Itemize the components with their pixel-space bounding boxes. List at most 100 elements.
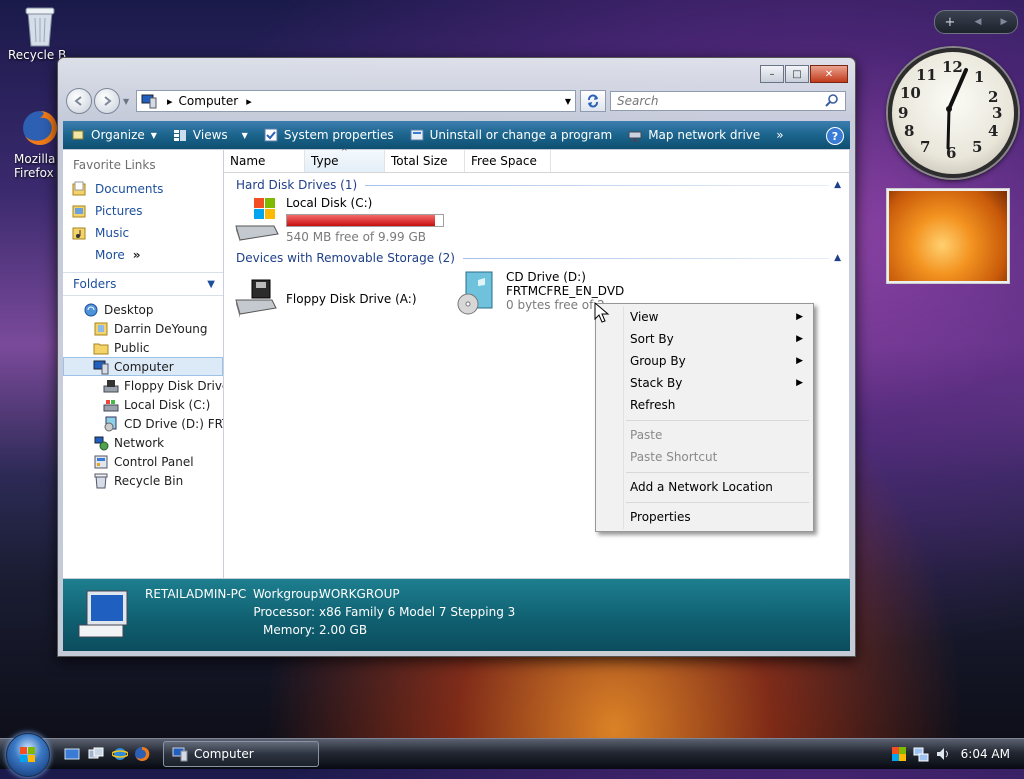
organize-button[interactable]: Organize ▼: [63, 121, 165, 149]
desktop-icon-recycle-bin[interactable]: Recycle Bin: [0, 4, 80, 62]
drive-floppy[interactable]: Floppy Disk Drive (A:): [234, 276, 417, 322]
menu-item-sort-by[interactable]: Sort By ▶: [630, 329, 807, 349]
menu-item-view[interactable]: View ▶: [630, 307, 807, 327]
system-tray: 6:04 AM: [844, 741, 1024, 767]
address-bar[interactable]: ▸ Computer ▸ ▼: [136, 90, 576, 112]
internet-explorer-icon[interactable]: [112, 746, 128, 762]
search-box[interactable]: Search: [610, 91, 846, 111]
clock-gadget[interactable]: 12 1 2 3 4 5 6 7 8 9 10 11: [888, 48, 1018, 178]
menu-item-paste-shortcut[interactable]: Paste Shortcut: [630, 447, 807, 467]
favorite-link-documents[interactable]: Documents: [63, 178, 223, 200]
volume-icon[interactable]: [935, 746, 951, 762]
folders-header[interactable]: Folders ▼: [63, 272, 223, 296]
group-header-rule: [462, 257, 829, 259]
menu-item-group-by[interactable]: Group By ▶: [630, 351, 807, 371]
prev-page-icon[interactable]: ◀: [975, 17, 982, 27]
column-header-total-size[interactable]: Total Size: [385, 150, 465, 172]
address-root-arrow[interactable]: ▸: [167, 95, 173, 108]
desktop-icon: [84, 303, 98, 316]
switch-windows-icon[interactable]: [88, 746, 104, 762]
slideshow-gadget[interactable]: [886, 188, 1010, 284]
views-button[interactable]: Views ▼: [165, 121, 256, 149]
menu-item-label: Paste: [630, 428, 663, 442]
close-button[interactable]: ✕: [810, 65, 848, 83]
menu-item-paste[interactable]: Paste: [630, 425, 807, 445]
organize-label: Organize: [91, 128, 145, 142]
context-menu: View ▶ Sort By ▶ Group By ▶ Stack By ▶ R…: [595, 303, 814, 532]
menu-item-properties[interactable]: Properties: [630, 507, 807, 527]
tree-item-user-folder[interactable]: Darrin DeYoung: [63, 319, 223, 338]
tree-item-control-panel[interactable]: Control Panel: [63, 452, 223, 471]
security-center-icon[interactable]: [891, 746, 907, 762]
column-header-free-space[interactable]: Free Space: [465, 150, 551, 172]
menu-item-stack-by[interactable]: Stack By ▶: [630, 373, 807, 393]
search-icon[interactable]: [825, 94, 839, 108]
recycle-bin-icon: [94, 473, 108, 488]
cd-drive-icon: [457, 271, 493, 315]
folder-icon: [93, 343, 109, 354]
uninstall-icon: [410, 129, 424, 141]
next-page-icon[interactable]: ▶: [1001, 17, 1008, 27]
chevron-down-icon: ▼: [241, 130, 248, 140]
more-commands-button[interactable]: »: [768, 121, 791, 149]
system-properties-button[interactable]: System properties: [256, 121, 402, 149]
maximize-button[interactable]: □: [785, 65, 809, 83]
tree-item-public[interactable]: Public: [63, 338, 223, 357]
column-header-name[interactable]: Name: [224, 150, 305, 172]
tree-item-local-disk[interactable]: Local Disk (C:): [63, 395, 223, 414]
show-desktop-icon[interactable]: [64, 746, 80, 762]
refresh-icon: [588, 94, 598, 108]
tree-item-computer[interactable]: Computer: [63, 357, 223, 376]
mouse-cursor-icon: [594, 302, 610, 323]
address-crumb-arrow[interactable]: ▸: [246, 95, 252, 108]
column-header-type[interactable]: Type ^: [305, 147, 385, 172]
sidebar-gadget-controls[interactable]: + ◀ ▶: [934, 10, 1018, 34]
drive-local-disk[interactable]: Local Disk (C:) 540 MB free of 9.99 GB: [234, 196, 444, 244]
more-favorites-link[interactable]: More »: [63, 244, 223, 266]
uninstall-program-button[interactable]: Uninstall or change a program: [402, 121, 621, 149]
slideshow-photo: [889, 191, 1007, 281]
favorite-link-pictures[interactable]: Pictures: [63, 200, 223, 222]
firefox-icon[interactable]: [134, 746, 150, 762]
menu-item-add-network-location[interactable]: Add a Network Location: [630, 477, 807, 497]
memory-value: 2.00 GB: [319, 623, 368, 637]
group-header-label: Hard Disk Drives (1): [236, 178, 358, 192]
network-status-icon[interactable]: [913, 746, 929, 762]
group-header-removable[interactable]: Devices with Removable Storage (2) ▲: [224, 248, 849, 268]
address-dropdown[interactable]: ▼: [565, 97, 571, 106]
minimize-button[interactable]: –: [760, 65, 784, 83]
start-button[interactable]: [6, 733, 50, 777]
taskbar-button-computer[interactable]: Computer: [163, 741, 319, 767]
recent-pages-dropdown[interactable]: ▼: [123, 97, 129, 106]
collapse-icon[interactable]: ▲: [834, 253, 841, 263]
command-bar: Organize ▼ Views ▼ System properties Uni…: [63, 121, 850, 149]
sort-caret-icon: ^: [341, 147, 348, 156]
control-panel-icon: [94, 455, 108, 468]
help-button[interactable]: ?: [826, 127, 844, 145]
tree-item-floppy[interactable]: Floppy Disk Drive: [63, 376, 223, 395]
address-crumb-computer[interactable]: Computer: [179, 94, 239, 108]
network-icon: [94, 436, 109, 450]
group-header-hard-disk[interactable]: Hard Disk Drives (1) ▲: [224, 175, 849, 195]
tree-item-recycle-bin[interactable]: Recycle Bin: [63, 471, 223, 490]
workgroup-value: WORKGROUP: [319, 587, 400, 601]
memory-label: Memory:: [263, 623, 315, 637]
back-button[interactable]: [66, 88, 92, 114]
tree-item-label: Local Disk (C:): [124, 397, 211, 412]
tree-item-cd-drive[interactable]: CD Drive (D:) FRTI: [63, 414, 223, 433]
taskbar-clock[interactable]: 6:04 AM: [961, 747, 1010, 761]
cd-drive-icon: [104, 416, 117, 431]
collapse-icon[interactable]: ▲: [834, 180, 841, 190]
computer-icon: [172, 747, 188, 762]
tree-item-desktop[interactable]: Desktop: [63, 300, 223, 319]
column-headers: Name Type ^ Total Size Free Space: [224, 147, 849, 173]
add-gadget-icon[interactable]: +: [945, 15, 956, 30]
favorite-link-music[interactable]: Music: [63, 222, 223, 244]
menu-item-refresh[interactable]: Refresh: [630, 395, 807, 415]
tree-item-label: Desktop: [104, 302, 154, 317]
system-properties-label: System properties: [283, 128, 394, 142]
forward-button[interactable]: [94, 88, 120, 114]
tree-item-network[interactable]: Network: [63, 433, 223, 452]
map-network-drive-button[interactable]: Map network drive: [620, 121, 768, 149]
refresh-button[interactable]: [580, 90, 606, 112]
